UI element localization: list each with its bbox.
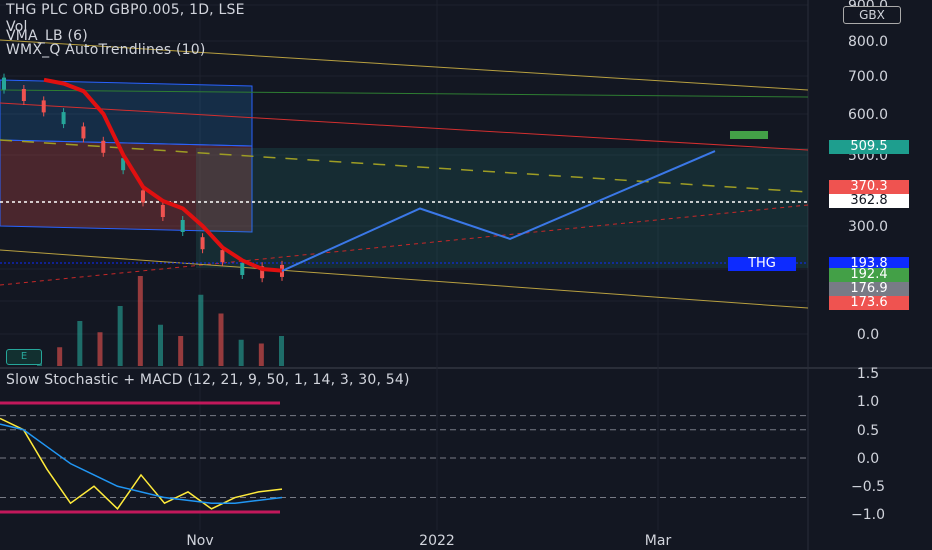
price-tick-label: 300.0 [848, 219, 888, 235]
price-tick-label: 600.0 [848, 107, 888, 123]
time-tick-label: 2022 [419, 533, 455, 549]
oscillator-title[interactable]: Slow Stochastic + MACD (12, 21, 9, 50, 1… [6, 372, 410, 388]
volume-bar [178, 336, 184, 366]
grid-lines [0, 0, 932, 550]
volume-bar [279, 336, 284, 366]
volume-bar [57, 347, 63, 366]
osc-tick-label: −1.0 [851, 507, 885, 523]
long-position-target-zone [196, 148, 808, 268]
volume-bar [97, 332, 103, 366]
osc-tick-label: −0.5 [851, 479, 885, 495]
currency-unit-badge[interactable]: GBX [843, 6, 901, 24]
stochastic-line [0, 417, 283, 511]
price-tag: 370.3 [829, 180, 909, 194]
volume-bar [77, 321, 83, 366]
target-flag [730, 131, 768, 139]
osc-tick-label: 1.5 [857, 366, 879, 382]
time-tick-label: Nov [186, 533, 213, 549]
volume-bar [137, 276, 143, 366]
time-axis: Nov 2022 Mar [186, 533, 671, 549]
price-tag: 362.8 [829, 194, 909, 208]
chart-title: THG PLC ORD GBP0.005, 1D, LSE [6, 2, 245, 18]
time-tick-label: Mar [645, 533, 672, 549]
volume-bar [218, 313, 224, 366]
volume-bar [158, 324, 163, 366]
oscillator-panel [0, 401, 808, 514]
symbol-tag: THG [728, 257, 796, 271]
price-tag: 509.5 [829, 140, 909, 154]
osc-tick-label: 0.0 [857, 451, 879, 467]
price-tag: 173.6 [829, 296, 909, 310]
volume-bar [117, 306, 123, 366]
price-tag: 176.9 [829, 282, 909, 296]
price-tick-label: 700.0 [848, 69, 888, 85]
legend-trendlines[interactable]: WMX_Q AutoTrendlines (10) [6, 42, 206, 58]
macd-line [0, 423, 283, 504]
osc-tick-label: 1.0 [857, 394, 879, 410]
chart-canvas[interactable]: 900.0800.0700.0600.0500.0400.0300.0200.0… [0, 0, 932, 550]
price-tick-label: 800.0 [848, 34, 888, 50]
volume-bar [198, 294, 204, 366]
volume-bar [258, 343, 264, 366]
price-tick-label: 0.0 [857, 327, 879, 343]
osc-tick-label: 0.5 [857, 423, 879, 439]
volume-bar [238, 339, 244, 366]
price-panel [0, 39, 809, 366]
earnings-badge[interactable]: E [6, 349, 42, 365]
price-tag: 192.4 [829, 268, 909, 282]
